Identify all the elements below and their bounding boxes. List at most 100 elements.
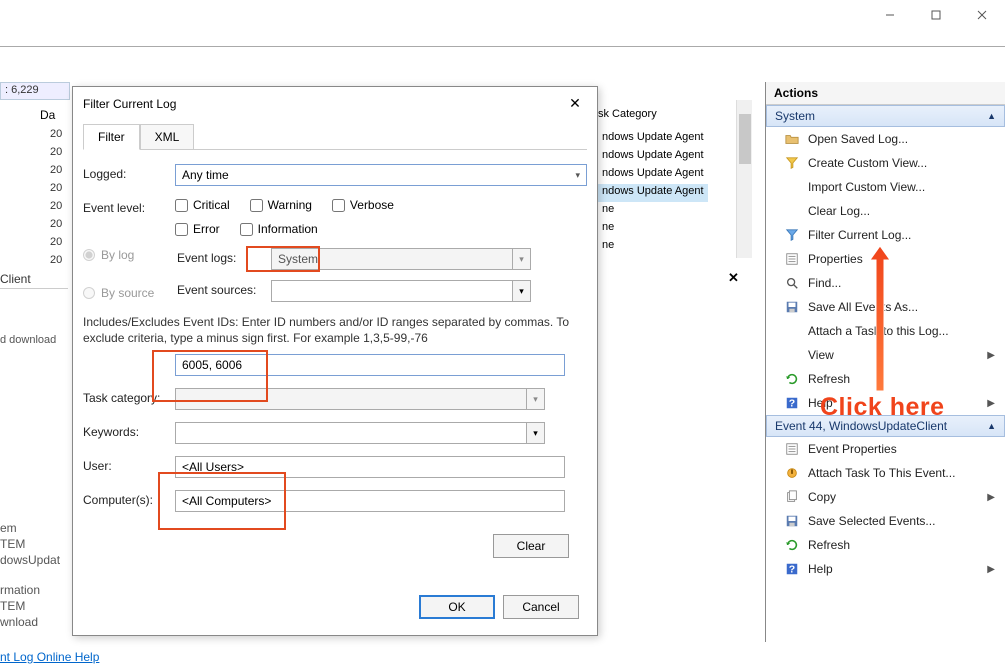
maximize-button[interactable] [913,0,959,30]
scrollbar[interactable] [736,100,752,258]
actions-title: Actions [766,82,1005,105]
collapse-icon: ▲ [987,421,996,431]
details-block-partial: em TEM dowsUpdat rmation TEM wnload [0,520,60,630]
user-input[interactable] [175,456,565,478]
table-row[interactable]: ndows Update Agent [598,148,708,166]
online-help-link[interactable]: nt Log Online Help [0,650,99,664]
keywords-label: Keywords: [83,422,175,439]
list-item[interactable]: 20 [40,144,72,162]
computers-input[interactable] [175,490,565,512]
panel-header-partial: Client [0,270,68,289]
action-import-custom-view[interactable]: Import Custom View... [766,175,1005,199]
task-icon [784,465,800,481]
eventlogs-label: Event logs: [177,248,271,265]
chevron-right-icon: ▶ [987,398,995,409]
dialog-title: Filter Current Log [83,97,176,111]
close-button[interactable] [959,0,1005,30]
table-row[interactable]: ndows Update Agent [598,166,708,184]
table-row[interactable]: ndows Update Agent [598,130,708,148]
list-item[interactable]: 20 [40,126,72,144]
action-clear-log[interactable]: Clear Log... [766,199,1005,223]
action-attach-task-to-this-event[interactable]: Attach Task To This Event... [766,461,1005,485]
chevron-down-icon[interactable]: ▾ [526,423,544,443]
warning-checkbox[interactable]: Warning [250,198,312,212]
taskcategory-combo: ▾ [175,388,545,410]
action-open-saved-log[interactable]: Open Saved Log... [766,127,1005,151]
information-checkbox[interactable]: Information [240,222,318,236]
properties-icon [784,441,800,457]
blank-icon [784,203,800,219]
bysource-radio: By source [83,286,163,300]
list-item[interactable]: 20 [40,180,72,198]
chevron-right-icon: ▶ [987,492,995,503]
computers-label: Computer(s): [83,490,175,507]
taskcategory-label: Task category: [83,388,175,405]
list-item[interactable]: 20 [40,252,72,270]
error-checkbox[interactable]: Error [175,222,220,236]
blank-icon [784,347,800,363]
eventlogs-combo: ▾ [271,248,531,270]
tab-xml[interactable]: XML [140,124,195,149]
table-row[interactable]: ne [598,202,708,220]
svg-text:?: ? [789,564,795,576]
minimize-button[interactable] [867,0,913,30]
table-row[interactable]: ne [598,220,708,238]
action-event-properties[interactable]: Event Properties [766,437,1005,461]
logged-dropdown[interactable]: Any time ▾ [175,164,587,186]
annotation-arrow [870,246,900,396]
chevron-down-icon[interactable]: ▾ [512,281,530,301]
action-copy[interactable]: Copy▶ [766,485,1005,509]
dialog-close-button[interactable]: ✕ [563,95,587,112]
event-count-status: : 6,229 [0,82,70,100]
properties-icon [784,251,800,267]
funnel-new-icon [784,155,800,171]
folder-open-icon [784,131,800,147]
keywords-combo[interactable]: ▾ [175,422,545,444]
eventlevel-label: Event level: [83,198,175,215]
refresh-icon [784,371,800,387]
column-header-task-category: sk Category [598,108,657,120]
eventsources-label: Event sources: [177,280,271,297]
chevron-down-icon: ▾ [526,389,544,409]
verbose-checkbox[interactable]: Verbose [332,198,394,212]
action-save-selected-events[interactable]: Save Selected Events... [766,509,1005,533]
clear-button[interactable]: Clear [493,534,569,558]
svg-text:?: ? [789,398,795,410]
eventsources-combo[interactable]: ▾ [271,280,531,302]
bylog-radio: By log [83,248,163,262]
critical-checkbox[interactable]: Critical [175,198,230,212]
user-label: User: [83,456,175,473]
annotation-text: Click here [820,393,945,422]
list-item[interactable]: 20 [40,234,72,252]
chevron-down-icon: ▾ [575,170,580,181]
collapse-icon: ▲ [987,111,996,121]
blank-icon [784,323,800,339]
save-icon [784,299,800,315]
copy-icon [784,489,800,505]
ok-button[interactable]: OK [419,595,495,619]
filter-current-log-dialog: Filter Current Log ✕ Filter XML Logged: … [72,86,598,636]
logged-label: Logged: [83,164,175,181]
cancel-button[interactable]: Cancel [503,595,579,619]
table-row[interactable]: ndows Update Agent [598,184,708,202]
list-item[interactable]: 20 [40,198,72,216]
find-icon [784,275,800,291]
list-item[interactable]: 20 [40,162,72,180]
save-icon [784,513,800,529]
blank-icon [784,179,800,195]
chevron-right-icon: ▶ [987,350,995,361]
action-filter-current-log[interactable]: Filter Current Log... [766,223,1005,247]
list-item[interactable]: 20 [40,216,72,234]
action-help[interactable]: ?Help▶ [766,557,1005,581]
column-header-partial: Da [40,108,55,122]
action-refresh[interactable]: Refresh [766,533,1005,557]
close-icon[interactable]: ✕ [728,270,739,286]
tab-filter[interactable]: Filter [83,124,140,150]
chevron-right-icon: ▶ [987,564,995,575]
table-row[interactable]: ne [598,238,708,256]
actions-group-system[interactable]: System▲ [766,105,1005,127]
eventids-hint: Includes/Excludes Event IDs: Enter ID nu… [83,314,587,346]
funnel-icon [784,227,800,243]
action-create-custom-view[interactable]: Create Custom View... [766,151,1005,175]
eventids-input[interactable] [175,354,565,376]
